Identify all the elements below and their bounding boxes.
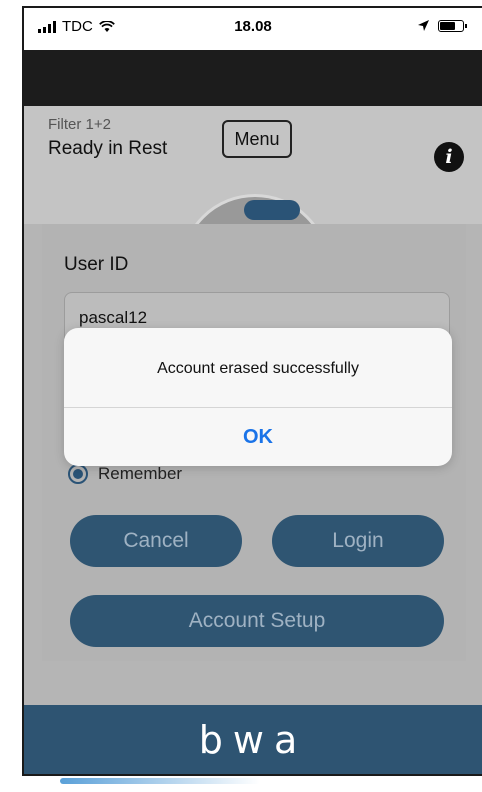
cancel-button[interactable]: Cancel — [70, 515, 242, 567]
status-bar: TDC 18.08 — [24, 8, 482, 50]
menu-button[interactable]: Menu — [222, 120, 292, 158]
phone-screen: TDC 18.08 Filter 1+2 Ready in Rest Menu … — [22, 6, 482, 776]
decorative-accent — [60, 778, 260, 784]
account-setup-button[interactable]: Account Setup — [70, 595, 444, 647]
nav-bar — [24, 50, 482, 106]
alert-dialog: Account erased successfully OK — [64, 328, 452, 466]
battery-icon — [438, 19, 467, 32]
pump-status: Ready in Rest — [48, 138, 168, 159]
dial-indicator — [244, 200, 300, 220]
status-right — [417, 19, 467, 32]
dial — [24, 194, 482, 224]
remember-label: Remember — [98, 464, 183, 483]
remember-option[interactable]: Remember — [68, 464, 182, 484]
svg-text:bwa: bwa — [199, 721, 308, 761]
login-button[interactable]: Login — [272, 515, 444, 567]
location-arrow-icon — [418, 20, 429, 31]
background-area — [24, 661, 482, 705]
status-time: 18.08 — [234, 18, 272, 35]
bwa-logo: bwa — [24, 718, 482, 766]
bwa-logo-graphic: bwa — [199, 718, 308, 762]
footer: bwa — [24, 705, 482, 774]
alert-message: Account erased successfully — [157, 360, 359, 377]
info-icon[interactable]: i — [434, 142, 464, 172]
remember-radio[interactable] — [68, 464, 88, 484]
filter-label: Filter 1+2 — [48, 116, 111, 133]
alert-ok-button[interactable]: OK — [64, 408, 452, 466]
userid-label: User ID — [64, 254, 129, 275]
